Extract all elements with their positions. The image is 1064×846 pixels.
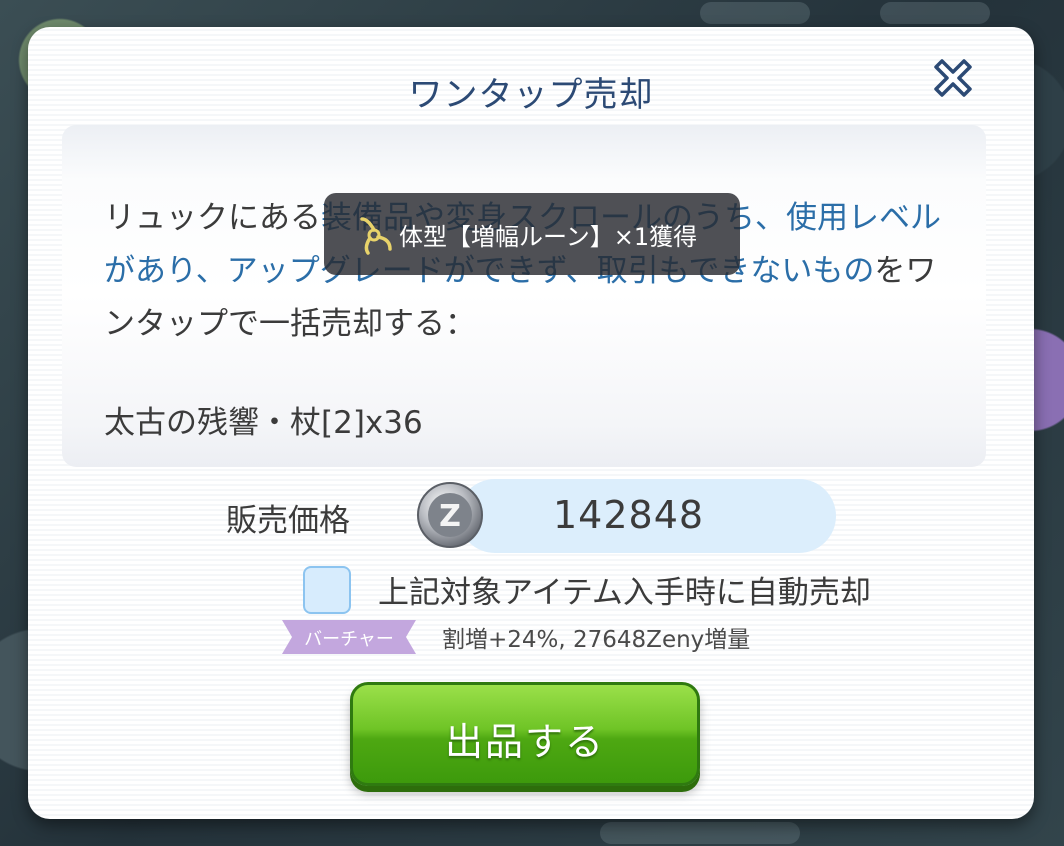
zeny-coin-icon: Z [417,482,483,548]
auto-sell-checkbox[interactable] [303,566,351,614]
reward-toast: 体型【増幅ルーン】×1獲得 [324,193,740,275]
rune-icon [360,217,392,255]
target-item-entry: 太古の残響・杖[2]x36 [104,405,423,441]
toast-message: 体型【増幅ルーン】×1獲得 [399,223,698,251]
sell-button[interactable]: 出品する [350,682,700,786]
price-value: 142848 [553,493,705,537]
badge-label: バーチャー [304,629,394,650]
description-text: リュックにある [104,200,321,236]
bonus-info: 割増+24%, 27648Zeny増量 [442,627,751,653]
close-button[interactable] [930,55,976,101]
one-tap-sell-dialog: ワンタップ売却 リュックにある装備品や変身スクロールのうち、使用レベルがあり、ア… [28,27,1034,819]
background-tile [880,2,990,24]
svg-text:Z: Z [439,499,461,534]
background-tile [700,2,810,24]
price-field: 142848 [458,479,836,553]
price-label: 販売価格 [226,503,350,539]
voucher-badge: バーチャー [282,620,416,654]
background-tile [600,822,800,844]
auto-sell-label: 上記対象アイテム入手時に自動売却 [378,575,871,611]
sell-button-label: 出品する [444,720,605,764]
dialog-title: ワンタップ売却 [408,75,654,115]
close-x-icon [934,59,972,97]
